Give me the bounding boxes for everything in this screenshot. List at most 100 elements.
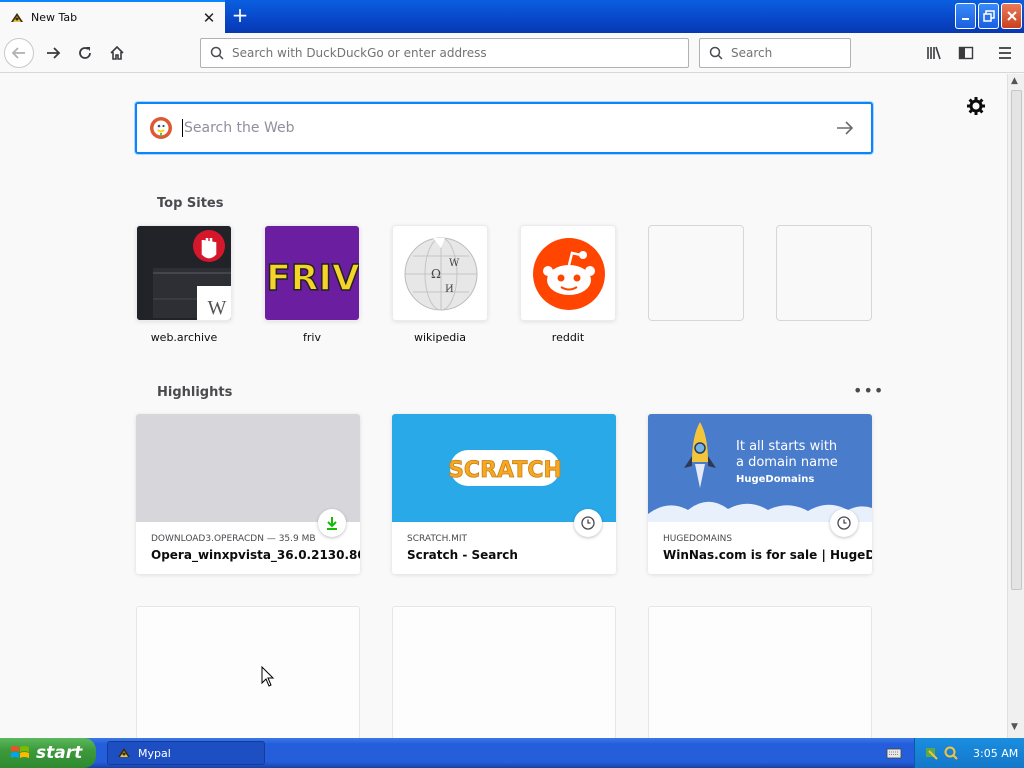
web-archive-icon: W	[137, 226, 231, 320]
scratch-logo: SCRATCH	[448, 450, 562, 486]
top-site-empty-slot[interactable]	[776, 225, 872, 321]
friv-thumbnail: FRIV	[264, 225, 360, 321]
home-icon	[110, 45, 124, 60]
reddit-thumbnail	[520, 225, 616, 321]
library-button[interactable]	[918, 37, 950, 69]
top-site-label: wikipedia	[413, 331, 466, 344]
vertical-scrollbar[interactable]: ▲ ▼	[1007, 74, 1024, 738]
wikipedia-globe-icon: Ω W И	[393, 226, 487, 320]
gear-icon[interactable]	[964, 94, 988, 118]
scrollbar-thumb[interactable]	[1011, 90, 1022, 590]
tab-title: New Tab	[31, 11, 78, 24]
search-submit-arrow-icon[interactable]	[833, 116, 857, 140]
empty-tile	[648, 225, 744, 321]
menu-button[interactable]	[989, 37, 1021, 69]
card-title: WinNas.com is for sale | HugeDo...	[663, 548, 872, 562]
top-site-reddit[interactable]: reddit	[520, 225, 616, 344]
friv-logo: FRIV	[265, 226, 360, 320]
top-site-label: web.archive	[150, 331, 218, 344]
top-site-label: friv	[303, 331, 321, 344]
highlight-card-scratch[interactable]: SCRATCH SCRATCH.MIT Scratch - Search	[392, 414, 616, 574]
svg-text:W: W	[449, 258, 460, 269]
start-button[interactable]: start	[0, 738, 96, 768]
card-title: Opera_winxpvista_36.0.2130.80_...	[151, 548, 360, 562]
text-caret	[182, 119, 183, 137]
card-title: Scratch - Search	[407, 548, 518, 562]
reload-icon	[79, 47, 91, 59]
hamburger-menu-icon	[999, 47, 1011, 59]
tab-close-icon[interactable]: ✕	[199, 8, 219, 28]
mouse-cursor-icon	[261, 666, 275, 687]
reload-button[interactable]	[69, 37, 101, 69]
svg-text:Ω: Ω	[431, 267, 441, 281]
top-site-empty-slot[interactable]	[648, 225, 744, 321]
navigation-toolbar: Search with DuckDuckGo or enter address …	[0, 33, 1024, 73]
svg-text:FRIV: FRIV	[266, 258, 360, 299]
new-tab-page: Search the Web Top Sites W web.archive F…	[0, 74, 1007, 738]
card-source: DOWNLOAD3.OPERACDN — 35.9 MB	[151, 534, 316, 544]
back-button[interactable]	[4, 38, 34, 68]
address-bar[interactable]: Search with DuckDuckGo or enter address	[200, 38, 689, 68]
banner-line-1: It all starts with	[736, 439, 837, 454]
web-search-placeholder: Search the Web	[184, 120, 295, 136]
sidebar-button[interactable]	[950, 37, 982, 69]
top-site-wikipedia[interactable]: Ω W И wikipedia	[392, 225, 488, 344]
download-icon	[318, 509, 346, 537]
highlight-empty-slot	[136, 606, 360, 738]
search-icon[interactable]	[943, 745, 959, 761]
mypal-favicon-icon	[11, 12, 23, 22]
highlights-heading: Highlights	[157, 385, 233, 400]
close-window-button[interactable]	[1001, 3, 1022, 29]
top-sites-heading: Top Sites	[157, 196, 224, 211]
restore-button[interactable]	[978, 3, 999, 29]
forward-button[interactable]	[37, 37, 69, 69]
sidebar-icon	[958, 46, 974, 60]
highlight-empty-slot	[648, 606, 872, 738]
library-icon	[927, 46, 941, 60]
web-search-input[interactable]: Search the Web	[135, 102, 873, 154]
scroll-up-arrow-icon[interactable]: ▲	[1011, 76, 1018, 86]
web-archive-thumbnail: W	[136, 225, 232, 321]
highlight-card-opera-download[interactable]: DOWNLOAD3.OPERACDN — 35.9 MB Opera_winxp…	[136, 414, 360, 574]
highlight-empty-slot	[392, 606, 616, 738]
search-bar-placeholder: Search	[731, 46, 773, 60]
home-button[interactable]	[101, 37, 133, 69]
card-source: SCRATCH.MIT	[407, 534, 467, 544]
top-site-web-archive[interactable]: W web.archive	[136, 225, 232, 344]
address-bar-placeholder: Search with DuckDuckGo or enter address	[232, 46, 487, 60]
card-image: SCRATCH	[392, 414, 616, 522]
wikipedia-thumbnail: Ω W И	[392, 225, 488, 321]
svg-text:И: И	[445, 284, 454, 295]
minimize-icon	[961, 18, 969, 20]
forward-arrow-icon	[47, 47, 61, 59]
banner-line-2: a domain name	[736, 455, 838, 470]
history-clock-icon	[830, 509, 858, 537]
search-bar[interactable]: Search	[699, 38, 851, 68]
scroll-down-arrow-icon[interactable]: ▼	[1011, 722, 1018, 732]
taskbar-item-mypal[interactable]: Mypal	[107, 741, 265, 765]
card-image	[136, 414, 360, 522]
taskbar-item-label: Mypal	[138, 746, 171, 760]
hugedomains-banner: It all starts with a domain name HugeDom…	[648, 422, 872, 522]
mypal-favicon-icon	[118, 748, 130, 757]
scratch-logo-text: SCRATCH	[448, 458, 562, 483]
clock[interactable]: 3:05 AM	[973, 747, 1018, 760]
search-icon	[210, 46, 224, 60]
search-icon	[709, 46, 723, 60]
banner-brand: HugeDomains	[736, 474, 814, 485]
top-site-label: reddit	[551, 331, 585, 344]
new-tab-button[interactable]: +	[229, 5, 251, 27]
card-source: HUGEDOMAINS	[663, 534, 733, 544]
back-arrow-icon	[11, 47, 25, 59]
tab-new-tab[interactable]: New Tab ✕	[0, 0, 225, 33]
highlights-more-button[interactable]: •••	[853, 381, 884, 400]
minimize-button[interactable]	[955, 3, 976, 29]
keyboard-icon[interactable]	[886, 745, 902, 761]
top-site-friv[interactable]: FRIV friv	[264, 225, 360, 344]
duckduckgo-icon	[150, 117, 172, 139]
restore-icon	[982, 10, 995, 22]
network-shield-icon[interactable]	[923, 745, 939, 761]
highlight-card-hugedomains[interactable]: It all starts with a domain name HugeDom…	[648, 414, 872, 574]
reddit-icon	[521, 226, 615, 320]
system-tray: 3:05 AM	[914, 738, 1024, 768]
